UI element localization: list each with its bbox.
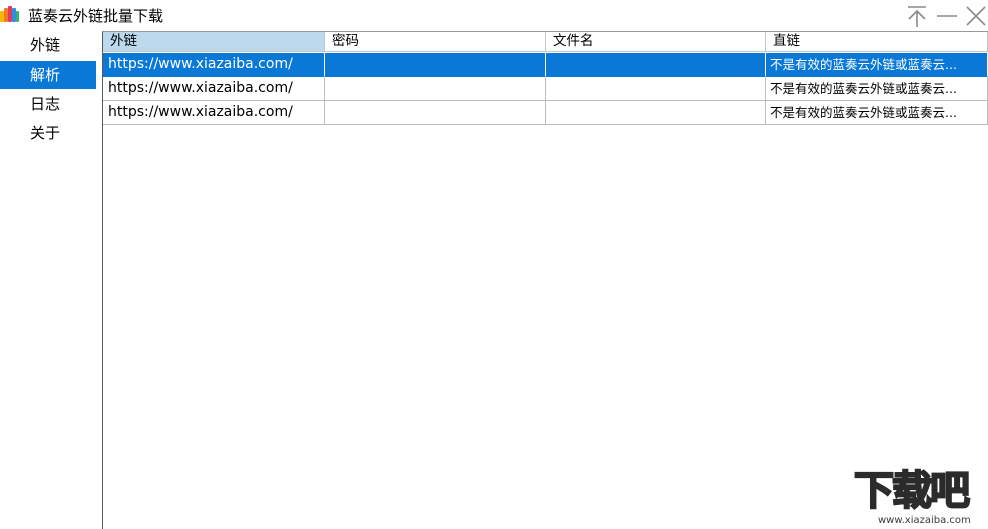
watermark-url: www.xiazaiba.com (878, 515, 971, 526)
title-bar: 蓝奏云外链批量下载 (0, 0, 988, 32)
table-row[interactable]: https://www.xiazaiba.com/ 不是有效的蓝奏云外链或蓝奏云… (103, 77, 988, 101)
column-header-filename[interactable]: 文件名 (546, 32, 766, 52)
column-header-password[interactable]: 密码 (325, 32, 546, 52)
cell-direct-link[interactable]: 不是有效的蓝奏云外链或蓝奏云... (766, 101, 988, 125)
results-table: 外链 密码 文件名 直链 https://www.xiazaiba.com/ 不… (102, 31, 988, 529)
cell-link[interactable]: https://www.xiazaiba.com/ (103, 77, 325, 101)
cell-filename[interactable] (546, 77, 766, 101)
sidebar-item-links[interactable]: 外链 (0, 31, 96, 59)
table-row[interactable]: https://www.xiazaiba.com/ 不是有效的蓝奏云外链或蓝奏云… (103, 53, 988, 77)
watermark-text: 下载吧 (853, 467, 971, 515)
sidebar-nav: 外链 解析 日志 关于 (0, 31, 100, 529)
table-row[interactable]: https://www.xiazaiba.com/ 不是有效的蓝奏云外链或蓝奏云… (103, 101, 988, 125)
close-icon[interactable] (962, 2, 988, 30)
watermark-logo: 下载吧 www.xiazaiba.com (850, 467, 988, 529)
cell-direct-link[interactable]: 不是有效的蓝奏云外链或蓝奏云... (766, 53, 988, 77)
window-title: 蓝奏云外链批量下载 (28, 7, 164, 25)
cell-password[interactable] (325, 53, 546, 77)
cell-password[interactable] (325, 77, 546, 101)
cell-password[interactable] (325, 101, 546, 125)
sidebar-item-log[interactable]: 日志 (0, 90, 96, 118)
app-icon (0, 6, 20, 24)
pin-icon[interactable] (903, 2, 931, 30)
minimize-icon[interactable] (933, 2, 961, 30)
cell-direct-link[interactable]: 不是有效的蓝奏云外链或蓝奏云... (766, 77, 988, 101)
sidebar-item-about[interactable]: 关于 (0, 119, 96, 147)
sidebar-item-parse[interactable]: 解析 (0, 61, 96, 89)
column-header-direct-link[interactable]: 直链 (766, 32, 988, 52)
column-header-link[interactable]: 外链 (103, 32, 325, 52)
cell-link[interactable]: https://www.xiazaiba.com/ (103, 101, 325, 125)
cell-filename[interactable] (546, 101, 766, 125)
cell-link[interactable]: https://www.xiazaiba.com/ (103, 53, 325, 77)
cell-filename[interactable] (546, 53, 766, 77)
